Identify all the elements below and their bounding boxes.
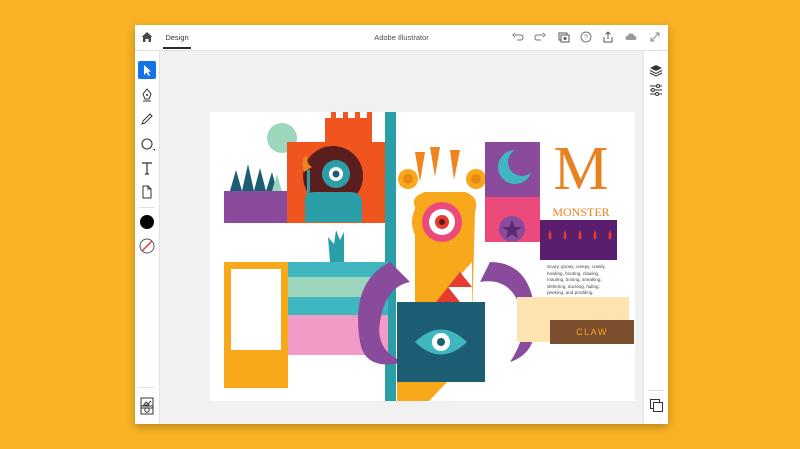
- body-line: Scary, gooey, creepy, crawly,: [547, 264, 606, 269]
- artboard[interactable]: M MONSTER Scary, gooey, creepy, crawly, …: [210, 112, 635, 401]
- pen-tool-icon: [142, 88, 152, 102]
- place-image-tool[interactable]: [138, 183, 156, 201]
- top-bar: Design Adobe Illustrator ?: [135, 25, 668, 51]
- shape-tool[interactable]: [138, 135, 156, 153]
- redo-icon[interactable]: [533, 30, 547, 44]
- pencil-tool-icon: [141, 113, 153, 125]
- fullscreen-icon[interactable]: [648, 30, 662, 44]
- panel-divider: [648, 390, 664, 391]
- big-letter-m: M: [553, 135, 609, 203]
- artboards-icon[interactable]: [648, 397, 664, 413]
- canvas[interactable]: M MONSTER Scary, gooey, creepy, crawly, …: [160, 51, 644, 424]
- pen-tool[interactable]: [138, 86, 156, 104]
- body-line: mauling, booing, sneaking,: [547, 277, 602, 283]
- small-monster-body: [305, 192, 362, 222]
- body-line: howling, hooting, clawing,: [547, 270, 600, 276]
- properties-icon[interactable]: [648, 82, 664, 98]
- fill-color-swatch[interactable]: [138, 213, 156, 231]
- export-layers-icon[interactable]: [557, 30, 571, 44]
- body-line: peeking, and prodding.: [547, 290, 594, 296]
- image-trace-tool[interactable]: [138, 421, 156, 424]
- help-icon[interactable]: ?: [579, 30, 593, 44]
- shape-tool-icon: [141, 138, 155, 151]
- stroke-color-icon: [139, 238, 155, 254]
- layers-icon[interactable]: [648, 62, 664, 78]
- tab-design[interactable]: Design: [163, 25, 191, 49]
- undo-icon[interactable]: [511, 30, 525, 44]
- tentacle-green: [328, 230, 344, 262]
- type-tool[interactable]: [138, 159, 156, 177]
- svg-text:?: ?: [584, 35, 588, 42]
- horns: [415, 147, 460, 182]
- pencil-tool[interactable]: [138, 110, 156, 128]
- monster-headline: MONSTER: [552, 205, 610, 219]
- stroke-color-swatch[interactable]: [138, 237, 156, 255]
- illustrator-window: Design Adobe Illustrator ? M MONSTER Sca…: [135, 25, 668, 424]
- image-trace-icon[interactable]: [138, 394, 156, 412]
- trees: [230, 164, 277, 191]
- selection-tool-icon: [144, 65, 151, 76]
- home-icon[interactable]: [139, 29, 155, 45]
- toolbar: [135, 51, 160, 424]
- place-image-icon: [142, 185, 152, 199]
- cloud-icon[interactable]: [624, 30, 638, 44]
- fill-color-icon: [140, 215, 154, 229]
- type-tool-icon: [142, 162, 152, 175]
- selection-tool[interactable]: [138, 61, 156, 79]
- right-panel: [643, 51, 668, 424]
- purple-ground: [224, 191, 288, 223]
- toolbar-divider: [139, 387, 155, 388]
- monster-body-text: Scary, gooey, creepy, crawly, howling, h…: [547, 264, 629, 297]
- drops-block: [540, 220, 617, 260]
- share-icon[interactable]: [601, 30, 615, 44]
- toolbar-divider: [139, 207, 155, 208]
- body-line: slithering, ducking, hiding,: [547, 283, 600, 289]
- orange-wedge: [397, 382, 447, 401]
- claw-label: CLAW: [550, 320, 634, 344]
